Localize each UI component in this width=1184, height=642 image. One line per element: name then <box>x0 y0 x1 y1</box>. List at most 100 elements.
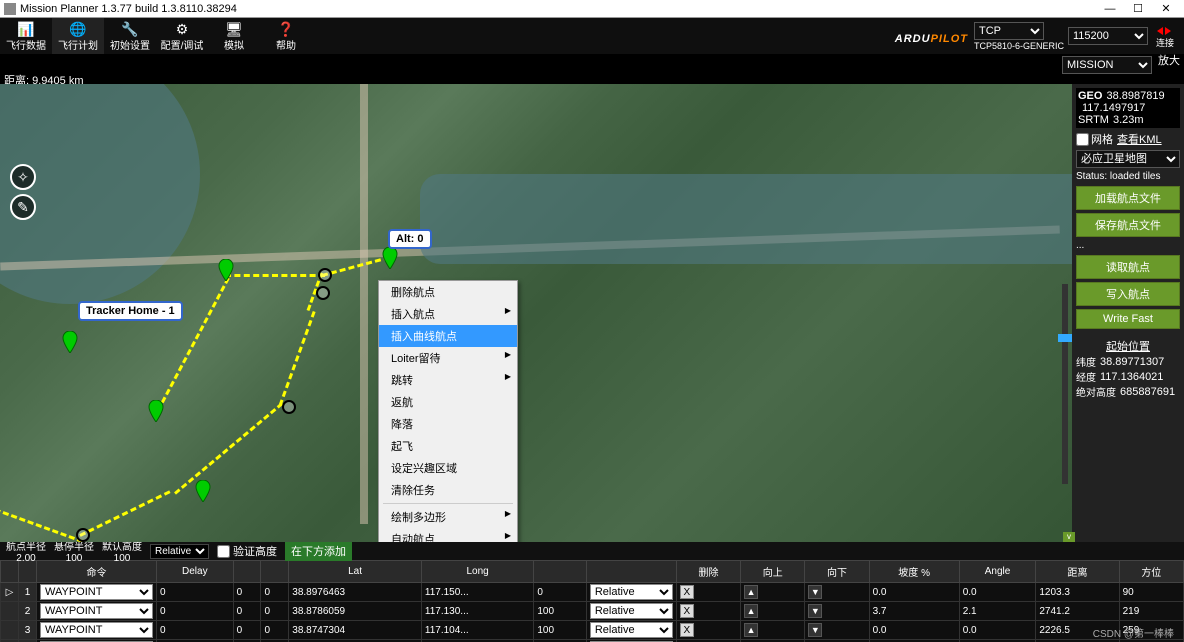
lat-value: 38.8987819 <box>1106 90 1164 102</box>
verify-alt-checkbox[interactable]: 验证高度 <box>217 543 277 559</box>
menu-insert-curve[interactable]: 插入曲线航点 <box>379 325 517 347</box>
initial-setup-button[interactable]: 🔧初始设置 <box>104 18 156 54</box>
zoom-slider[interactable] <box>1062 284 1068 484</box>
add-below-button[interactable]: 在下方添加 <box>285 541 352 561</box>
cross-marker[interactable] <box>316 286 330 300</box>
write-fast-button[interactable]: Write Fast <box>1076 309 1180 329</box>
move-up-icon[interactable]: ▲ <box>744 604 758 618</box>
maximize-button[interactable]: ☐ <box>1124 1 1152 17</box>
load-wp-button[interactable]: 加载航点文件 <box>1076 186 1180 210</box>
right-panel: v GEO38.8987819 117.1497917 SRTM3.23m 网格… <box>1072 84 1184 542</box>
cmd-select[interactable]: WAYPOINT <box>40 603 153 619</box>
slider-v-button[interactable]: v <box>1063 532 1075 542</box>
waypoint-marker[interactable] <box>62 331 78 353</box>
delete-row-icon[interactable]: X <box>680 623 694 637</box>
close-button[interactable]: ✕ <box>1152 1 1180 17</box>
move-down-icon[interactable]: ▼ <box>808 623 822 637</box>
menu-roi[interactable]: 设定兴趣区域 <box>379 457 517 479</box>
col-lat: Lat <box>289 561 422 583</box>
menu-takeoff[interactable]: 起飞 <box>379 435 517 457</box>
baud-select[interactable]: 115200 <box>1068 27 1148 45</box>
default-alt-value[interactable]: 100 <box>114 553 131 564</box>
geo-label: GEO <box>1078 90 1102 102</box>
mission-select[interactable]: MISSION <box>1062 56 1152 74</box>
cross-marker[interactable] <box>76 528 90 542</box>
view-kml-link[interactable]: 查看KML <box>1117 131 1162 147</box>
col-dn: 向下 <box>805 561 869 583</box>
menu-land[interactable]: 降落 <box>379 413 517 435</box>
table-row[interactable]: 3WAYPOINT00038.8747304117.104...100Relat… <box>1 621 1184 640</box>
simulation-button[interactable]: 🖥模拟 <box>208 18 260 54</box>
frame-cell-select[interactable]: Relative <box>590 622 673 638</box>
col-frame <box>586 561 676 583</box>
cross-marker[interactable] <box>318 268 332 282</box>
read-wp-button[interactable]: 读取航点 <box>1076 255 1180 279</box>
col-dist: 距离 <box>1036 561 1119 583</box>
delete-row-icon[interactable]: X <box>680 585 694 599</box>
brand-logo: ARDUPILOT <box>895 25 968 48</box>
frame-cell-select[interactable]: Relative <box>590 584 673 600</box>
tile-status: Status: loaded tiles <box>1076 171 1180 183</box>
waypoint-grid: 命令 Delay Lat Long 删除 向上 向下 坡度 % Angle 距离… <box>0 560 1184 642</box>
start-lon: 117.1364021 <box>1100 371 1163 383</box>
col-grad: 坡度 % <box>869 561 959 583</box>
menu-auto-wp[interactable]: 自动航点 <box>379 528 517 542</box>
cross-marker[interactable] <box>282 400 296 414</box>
menu-delete-wp[interactable]: 删除航点 <box>379 281 517 303</box>
waypoint-marker[interactable] <box>382 247 398 269</box>
plug-icon <box>1155 23 1175 36</box>
frame-select[interactable]: Relative <box>150 544 209 559</box>
zoom-label: 放大 <box>1158 56 1180 66</box>
menu-jump[interactable]: 跳转 <box>379 369 517 391</box>
menu-polygon[interactable]: 绘制多边形 <box>379 506 517 528</box>
save-wp-button[interactable]: 保存航点文件 <box>1076 213 1180 237</box>
menu-insert-wp[interactable]: 插入航点 <box>379 303 517 325</box>
start-pos-title: 起始位置 <box>1076 338 1180 354</box>
col-lon: Long <box>421 561 533 583</box>
tracker-home-callout: Tracker Home - 1 <box>78 301 183 321</box>
config-button[interactable]: ⚙配置/调试 <box>156 18 208 54</box>
menu-clear[interactable]: 清除任务 <box>379 479 517 501</box>
col-del: 删除 <box>676 561 740 583</box>
help-button[interactable]: ❓帮助 <box>260 18 312 54</box>
grid-checkbox[interactable]: 网格 <box>1076 131 1113 147</box>
move-up-icon[interactable]: ▲ <box>744 585 758 599</box>
menu-rtl[interactable]: 返航 <box>379 391 517 413</box>
gear-icon: ⚙ <box>176 21 189 37</box>
flight-plan-button[interactable]: 🌐飞行计划 <box>52 18 104 54</box>
frame-cell-select[interactable]: Relative <box>590 603 673 619</box>
compass-icon[interactable]: ✧ <box>10 164 36 190</box>
start-lat: 38.89771307 <box>1100 356 1164 368</box>
table-row[interactable]: 2WAYPOINT00038.8786059117.130...100Relat… <box>1 602 1184 621</box>
waypoint-marker[interactable] <box>218 259 234 281</box>
waypoint-marker[interactable] <box>195 480 211 502</box>
ruler-icon[interactable]: ✎ <box>10 194 36 220</box>
move-up-icon[interactable]: ▲ <box>744 623 758 637</box>
watermark: CSDN @第一棒棒 <box>1093 625 1174 640</box>
move-down-icon[interactable]: ▼ <box>808 585 822 599</box>
globe-icon: 🌐 <box>69 21 86 37</box>
loiter-radius-value[interactable]: 100 <box>66 553 83 564</box>
col-az: 方位 <box>1119 561 1183 583</box>
protocol-select[interactable]: TCP <box>974 22 1044 40</box>
connect-button[interactable]: 连接 <box>1152 23 1178 49</box>
write-wp-button[interactable]: 写入航点 <box>1076 282 1180 306</box>
cmd-select[interactable]: WAYPOINT <box>40 622 153 638</box>
waypoint-marker[interactable] <box>148 400 164 422</box>
move-down-icon[interactable]: ▼ <box>808 604 822 618</box>
waypoint-settings-bar: 航点半径2.00 悬停半径100 默认高度100 Relative 验证高度 在… <box>0 542 1184 560</box>
table-row[interactable]: ▷1WAYPOINT00038.8976463117.150...0Relati… <box>1 583 1184 602</box>
flight-data-button[interactable]: 📊飞行数据 <box>0 18 52 54</box>
wp-radius-value[interactable]: 2.00 <box>16 553 35 564</box>
monitor-icon: 🖥 <box>225 21 243 37</box>
gauge-icon: 📊 <box>17 21 34 37</box>
map-provider-select[interactable]: 必应卫星地图 <box>1076 150 1180 168</box>
map-view[interactable]: Alt: 0 Tracker Home - 1 ✧ ✎ 删除航点 插入航点 插入… <box>0 84 1072 542</box>
start-alt: 685887691 <box>1120 386 1175 398</box>
minimize-button[interactable]: — <box>1096 1 1124 17</box>
cmd-select[interactable]: WAYPOINT <box>40 584 153 600</box>
srtm-label: SRTM <box>1078 114 1109 126</box>
alt-callout: Alt: 0 <box>388 229 432 249</box>
menu-loiter[interactable]: Loiter留待 <box>379 347 517 369</box>
delete-row-icon[interactable]: X <box>680 604 694 618</box>
